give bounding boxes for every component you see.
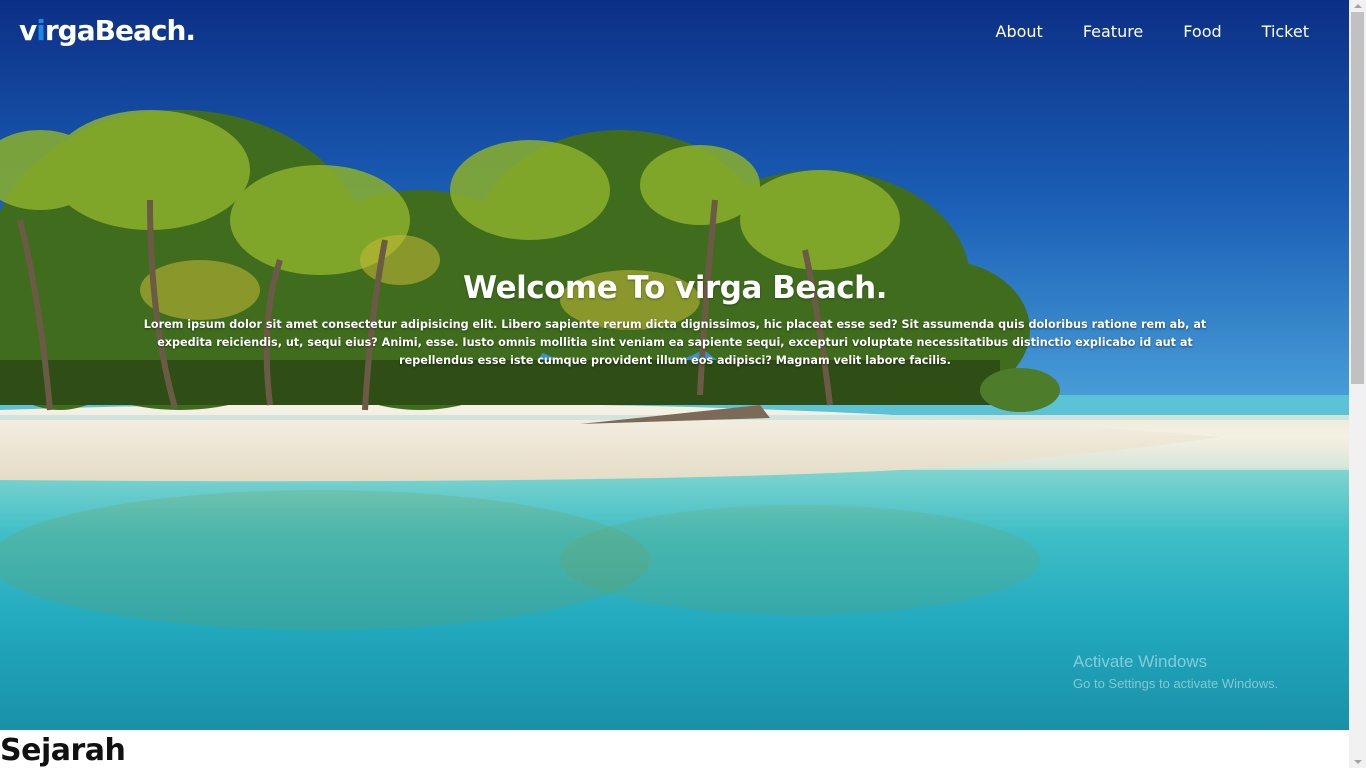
watermark-line-2: Go to Settings to activate Windows. — [1073, 676, 1279, 691]
nav-link-about[interactable]: About — [996, 22, 1043, 41]
hero-content: Welcome To virga Beach. Lorem ipsum dolo… — [130, 270, 1220, 370]
nav-link-ticket[interactable]: Ticket — [1262, 22, 1309, 41]
hero-banner: virgaBeach. About Feature Food Ticket We… — [0, 0, 1349, 730]
nav-link-food[interactable]: Food — [1183, 22, 1221, 41]
windows-activation-watermark: Activate Windows Go to Settings to activ… — [1073, 652, 1278, 691]
hero-description: Lorem ipsum dolor sit amet consectetur a… — [143, 318, 1207, 367]
navbar: virgaBeach. About Feature Food Ticket — [0, 0, 1349, 68]
scroll-down-arrow-icon[interactable] — [1349, 756, 1366, 768]
scrollbar-thumb[interactable] — [1351, 12, 1364, 384]
section-heading-sejarah: Sejarah — [0, 733, 126, 768]
scroll-up-arrow-icon[interactable] — [1349, 0, 1366, 12]
nav-link-feature[interactable]: Feature — [1083, 22, 1143, 41]
site-logo[interactable]: virgaBeach. — [19, 14, 196, 47]
watermark-line-1: Activate Windows — [1073, 652, 1208, 671]
vertical-scrollbar[interactable] — [1349, 0, 1366, 768]
page: virgaBeach. About Feature Food Ticket We… — [0, 0, 1349, 768]
main-nav: About Feature Food Ticket — [996, 22, 1310, 41]
hero-title: Welcome To virga Beach. — [463, 270, 887, 306]
